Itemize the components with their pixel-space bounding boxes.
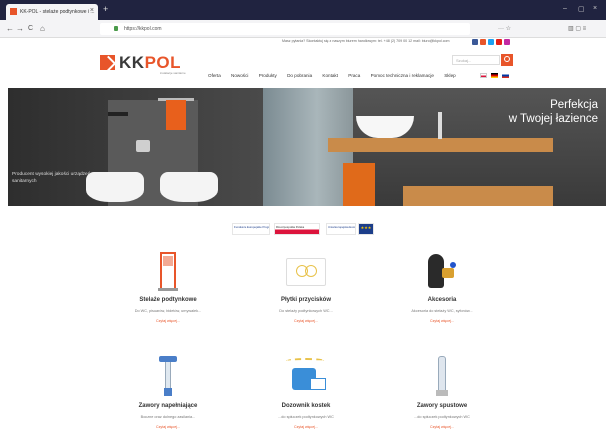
close-tab-icon[interactable]: × xyxy=(90,7,94,14)
menu-item-praca[interactable]: Praca xyxy=(348,73,360,78)
logo-pol: POL xyxy=(144,53,182,72)
menu-item-oferta[interactable]: Oferta xyxy=(208,73,221,78)
product-desc: ...do spłuczek podtynkowych WC xyxy=(278,415,334,419)
browser-window: KK-POL - stelaże podtynkowe i ... × + – … xyxy=(0,0,606,448)
hero-bidet xyxy=(160,172,218,202)
instagram-icon[interactable] xyxy=(480,39,486,45)
reload-button[interactable]: C xyxy=(28,24,33,33)
lock-icon xyxy=(114,26,118,31)
toolbar-menu-icon[interactable]: ▥ ▢ ≡ xyxy=(568,25,586,32)
hero-shelf xyxy=(328,138,553,152)
close-window-button[interactable]: × xyxy=(593,5,597,12)
hero-tap xyxy=(438,112,442,139)
hero-title-line2: w Twojej łazience xyxy=(508,113,598,125)
home-button[interactable]: ⌂ xyxy=(40,24,45,33)
eu-logo-rp: Rzeczpospolita Polska xyxy=(274,223,320,235)
read-more-link[interactable]: Czytaj więcej... xyxy=(246,425,366,429)
menu-item-nowosci[interactable]: Nowości xyxy=(231,73,248,78)
product-title: Płytki przycisków xyxy=(280,297,332,303)
menu-item-do-pobrania[interactable]: Do pobrania xyxy=(287,73,312,78)
read-more-link[interactable]: Czytaj więcej... xyxy=(246,319,366,323)
product-plytki[interactable]: Płytki przycisków Do stelaży podtynkowyc… xyxy=(246,248,366,323)
search-button[interactable] xyxy=(501,54,513,66)
menu-item-pomoc[interactable]: Pomoc techniczna i reklamacje xyxy=(371,73,434,78)
twitter-icon[interactable] xyxy=(488,39,494,45)
wc-frame-icon xyxy=(155,248,181,293)
minimize-button[interactable]: – xyxy=(563,5,567,12)
read-more-link[interactable]: Czytaj więcej... xyxy=(382,319,502,323)
menu-item-kontakt[interactable]: Kontakt xyxy=(322,73,338,78)
product-desc: Boczne oraz dolnego zasilania... xyxy=(140,415,196,419)
product-title: Stelaże podtynkowe xyxy=(139,297,197,303)
product-title: Dozownik kostek xyxy=(281,403,331,409)
flag-ru-icon[interactable] xyxy=(502,73,509,78)
eu-logo-fundusze: Fundusze Europejskie Program Regionalny xyxy=(232,223,270,235)
contact-topline: Masz pytania? Skontaktuj się z naszym bi… xyxy=(0,38,606,46)
menu-item-sklep[interactable]: Sklep xyxy=(444,73,456,78)
logo-mark-icon xyxy=(100,55,115,70)
menu-item-produkty[interactable]: Produkty xyxy=(259,73,277,78)
address-bar[interactable]: https://kkpol.com xyxy=(100,23,470,35)
paper-holder xyxy=(136,140,150,152)
youtube-icon[interactable] xyxy=(496,39,502,45)
browser-tab[interactable]: KK-POL - stelaże podtynkowe i ... × xyxy=(6,4,98,20)
accessory-elbow-icon xyxy=(422,248,462,293)
hero-towel xyxy=(166,100,186,130)
pinterest-icon[interactable] xyxy=(504,39,510,45)
search-input[interactable]: Szukaj... xyxy=(452,55,500,65)
product-zawory-spustowe[interactable]: Zawory spustowe ...do spłuczek podtynkow… xyxy=(382,354,502,429)
tab-title: KK-POL - stelaże podtynkowe i ... xyxy=(20,9,95,15)
cube-dispenser-icon xyxy=(284,354,328,399)
hero-wc xyxy=(86,172,144,202)
flush-plate-icon xyxy=(282,248,330,293)
fill-valve-icon xyxy=(155,354,181,399)
hero-title: Perfekcja w Twojej łazience xyxy=(448,98,598,126)
contact-text: Masz pytania? Skontaktuj się z naszym bi… xyxy=(282,39,450,43)
tab-bar: KK-POL - stelaże podtynkowe i ... × + – … xyxy=(0,0,606,20)
maximize-button[interactable]: ▢ xyxy=(578,5,585,13)
navigation-bar: ← → C ⌂ https://kkpol.com ··· ☆ ▥ ▢ ≡ xyxy=(0,20,606,38)
back-button[interactable]: ← xyxy=(6,24,14,33)
product-title: Zawory napełniające xyxy=(138,403,198,409)
address-text: https://kkpol.com xyxy=(124,26,162,32)
forward-button[interactable]: → xyxy=(16,24,24,33)
flag-pl-icon[interactable] xyxy=(480,73,487,78)
main-menu: Oferta Nowości Produkty Do pobrania Kont… xyxy=(208,73,465,78)
kkpol-logo[interactable]: KKPOL instalacje sanitarne xyxy=(100,52,196,75)
product-zawory-napelniajace[interactable]: Zawory napełniające Boczne oraz dolnego … xyxy=(108,354,228,429)
product-title: Akcesoria xyxy=(427,297,457,303)
flush-plate xyxy=(108,112,128,116)
product-desc: Do WC, pisuarów, bidetów, umywalek... xyxy=(134,309,202,313)
logo-text: KKPOL xyxy=(119,53,181,73)
product-title: Zawory spustowe xyxy=(416,403,468,409)
product-akcesoria[interactable]: Akcesoria Akcesoria do stelaży WC, syfon… xyxy=(382,248,502,323)
eu-flag-icon: ★★★ xyxy=(358,223,374,235)
facebook-icon[interactable] xyxy=(472,39,478,45)
hero-orange-cabinet xyxy=(343,163,375,206)
hero-tagline: Producent wysokiej jakości urządzeń sani… xyxy=(12,172,91,184)
product-stelaze[interactable]: Stelaże podtynkowe Do WC, pisuarów, bide… xyxy=(108,248,228,323)
read-more-link[interactable]: Czytaj więcej... xyxy=(108,425,228,429)
hero-title-line1: Perfekcja xyxy=(550,99,598,111)
hero-lower-shelf xyxy=(403,186,553,206)
drain-valve-icon xyxy=(432,354,452,399)
product-desc: Do stelaży podtynkowych WC... xyxy=(279,309,333,313)
product-desc: ...do spłuczek podtynkowych WC xyxy=(414,415,470,419)
hero-banner[interactable]: Perfekcja w Twojej łazience Producent wy… xyxy=(8,88,606,206)
favicon-icon xyxy=(10,8,17,15)
read-more-link[interactable]: Czytaj więcej... xyxy=(108,319,228,323)
eu-logo-ue: Unia Europejska Europejski Fundusz Rozwo… xyxy=(326,223,356,235)
read-more-link[interactable]: Czytaj więcej... xyxy=(382,425,502,429)
new-tab-button[interactable]: + xyxy=(103,5,108,14)
logo-subtitle: instalacje sanitarne xyxy=(160,71,186,75)
logo-kk: KK xyxy=(119,53,145,72)
page-actions-icon[interactable]: ··· ☆ xyxy=(498,25,511,32)
flag-de-icon[interactable] xyxy=(491,73,498,78)
product-dozownik[interactable]: Dozownik kostek ...do spłuczek podtynkow… xyxy=(246,354,366,429)
product-desc: Akcesoria do stelaży WC, syfonów... xyxy=(411,309,473,313)
